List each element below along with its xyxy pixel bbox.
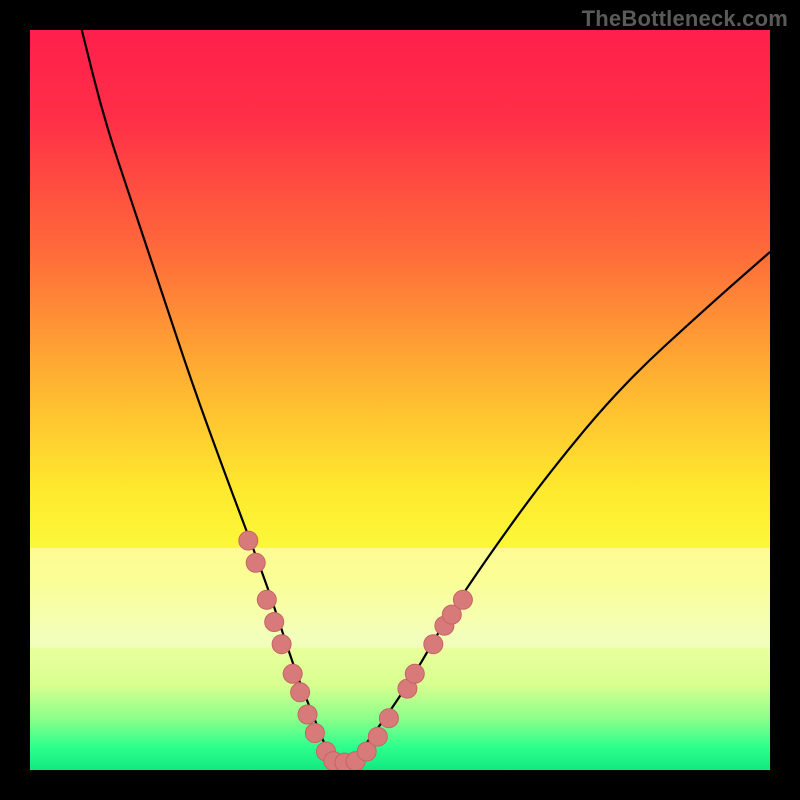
cream-band [30,548,770,648]
curve-marker [298,705,317,724]
curve-marker [257,590,276,609]
curve-marker [239,531,258,550]
curve-marker [379,709,398,728]
curve-marker [265,613,284,632]
curve-marker [368,727,387,746]
curve-marker [283,664,302,683]
watermark-text: TheBottleneck.com [582,6,788,32]
curve-marker [272,635,291,654]
curve-marker [291,683,310,702]
outer-frame: TheBottleneck.com [0,0,800,800]
curve-marker [453,590,472,609]
chart-svg [30,30,770,770]
gradient-background [30,30,770,770]
curve-marker [305,724,324,743]
curve-marker [424,635,443,654]
curve-marker [405,664,424,683]
plot-area [30,30,770,770]
curve-marker [246,553,265,572]
